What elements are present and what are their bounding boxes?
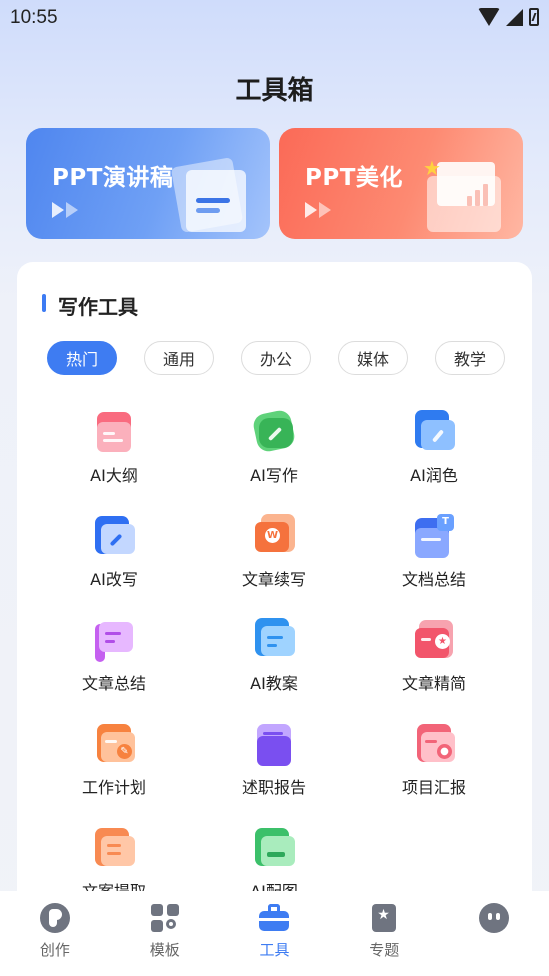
template-icon	[150, 903, 180, 933]
rewrite-folder-icon	[93, 514, 135, 556]
tool-label: AI教案	[250, 674, 298, 693]
tool-label: 工作计划	[81, 778, 146, 797]
tool-label: AI写作	[250, 466, 298, 485]
nav-label: 创作	[39, 941, 70, 959]
nav-template[interactable]: 模板	[110, 891, 220, 976]
cellular-signal-icon	[506, 8, 523, 26]
page-title: 工具箱	[235, 76, 314, 106]
tab-office[interactable]: 办公	[241, 341, 311, 375]
text-doc-icon: T	[413, 514, 455, 558]
nav-chat-bot[interactable]	[439, 891, 549, 976]
project-icon: ●	[413, 722, 455, 764]
writing-tools-card: 写作工具 热门 通用 办公 媒体 教学 AI大纲 AI写作 AI润色 AI改写 …	[17, 262, 532, 942]
status-bar: 10:55	[0, 0, 549, 38]
star-icon: ★	[423, 156, 441, 180]
tool-label: 文档总结	[401, 570, 466, 589]
tool-label: AI润色	[410, 466, 458, 485]
extract-icon	[93, 826, 135, 868]
tool-doc-summary[interactable]: T 文档总结	[364, 514, 504, 590]
tool-ai-lesson-plan[interactable]: AI教案	[204, 618, 344, 694]
tool-work-plan[interactable]: ✎ 工作计划	[44, 722, 184, 798]
tool-label: AI大纲	[90, 466, 138, 485]
status-time: 10:55	[10, 7, 58, 28]
tool-label: AI改写	[90, 570, 138, 589]
nav-topic[interactable]: ★ 专题	[329, 891, 439, 976]
tab-teaching[interactable]: 教学	[435, 341, 505, 375]
tool-ai-outline[interactable]: AI大纲	[44, 410, 184, 486]
chart-folder-icon: ★	[423, 156, 503, 234]
tool-project-report[interactable]: ● 项目汇报	[364, 722, 504, 798]
tool-job-report[interactable]: 述职报告	[204, 722, 344, 798]
wifi-icon	[478, 8, 500, 26]
banner-title: PPT演讲稿	[52, 165, 174, 191]
plan-icon: ✎	[93, 722, 135, 764]
star-doc-icon: ★	[413, 618, 455, 660]
ppt-beautify-banner[interactable]: PPT美化 ★	[279, 128, 523, 239]
tool-article-simplify[interactable]: ★ 文章精简	[364, 618, 504, 694]
image-icon	[253, 826, 295, 868]
tab-hot[interactable]: 热门	[47, 341, 117, 375]
chat-bot-icon	[479, 903, 510, 933]
tool-ai-rewrite[interactable]: AI改写	[44, 514, 184, 590]
tab-general[interactable]: 通用	[144, 341, 214, 375]
play-arrows-icon	[305, 202, 331, 218]
nav-label: 模板	[149, 941, 180, 959]
tool-article-summary[interactable]: 文章总结	[44, 618, 184, 694]
nav-label: 工具	[259, 941, 290, 959]
tool-label: 文章精简	[401, 674, 466, 693]
tool-ai-writing[interactable]: AI写作	[204, 408, 344, 486]
toolbox-icon	[259, 903, 290, 933]
nav-label: 专题	[369, 941, 400, 959]
section-title: 写作工具	[42, 291, 138, 320]
lesson-plan-icon	[253, 618, 295, 660]
banner-title: PPT美化	[305, 165, 403, 191]
bottom-navigation: 创作 模板 工具 ★ 专题	[0, 891, 549, 976]
category-tabs: 热门 通用 办公 媒体 教学	[47, 341, 505, 375]
nav-create[interactable]: 创作	[0, 891, 110, 976]
tool-label: 项目汇报	[401, 778, 466, 797]
tool-label: 文章续写	[241, 570, 306, 589]
status-icons	[478, 8, 539, 26]
tool-label: 文章总结	[81, 674, 146, 693]
pen-icon	[251, 408, 297, 454]
battery-charging-icon	[529, 8, 539, 26]
nav-tools[interactable]: 工具	[220, 891, 330, 976]
summary-icon	[93, 618, 135, 662]
document-stack-icon	[170, 156, 250, 234]
feather-icon	[413, 410, 455, 452]
tab-media[interactable]: 媒体	[338, 341, 408, 375]
outline-icon	[93, 410, 135, 452]
tool-ai-polish[interactable]: AI润色	[364, 410, 504, 486]
tool-continue-writing[interactable]: W 文章续写	[204, 514, 344, 590]
report-icon	[253, 722, 295, 766]
tool-label: 述职报告	[241, 778, 306, 797]
word-doc-icon: W	[253, 514, 295, 556]
create-icon	[39, 903, 70, 933]
ppt-speech-banner[interactable]: PPT演讲稿	[26, 128, 270, 239]
topic-icon: ★	[369, 903, 399, 933]
play-arrows-icon	[52, 202, 78, 218]
